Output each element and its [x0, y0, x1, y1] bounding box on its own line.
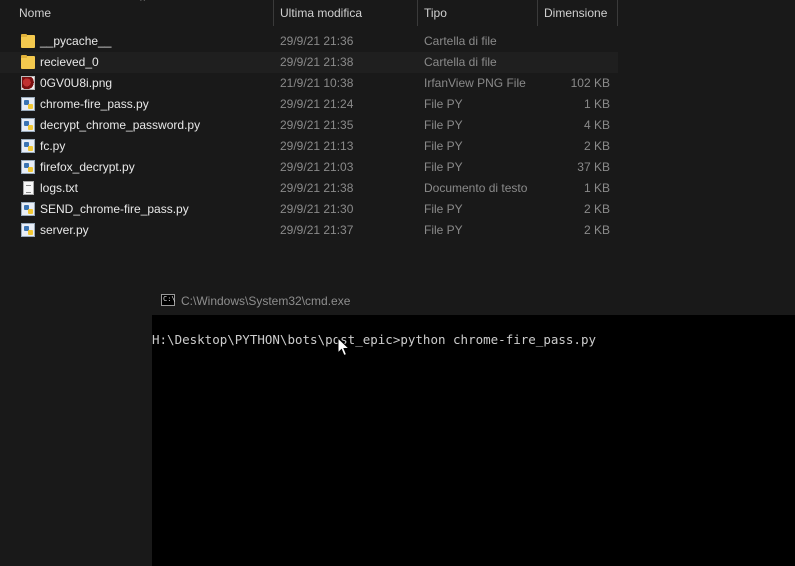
file-type: File PY	[424, 223, 463, 237]
file-name: logs.txt	[40, 181, 79, 195]
file-name: server.py	[40, 223, 89, 237]
cmd-title-bar[interactable]: C:\ C:\Windows\System32\cmd.exe	[152, 288, 795, 315]
file-size: 2 KB	[583, 223, 610, 237]
file-row-firefox-decrypt[interactable]: firefox_decrypt.py 29/9/21 21:03 File PY…	[0, 157, 618, 178]
file-size: 2 KB	[583, 139, 610, 153]
file-row-recieved[interactable]: recieved_0 29/9/21 21:38 Cartella di fil…	[0, 52, 618, 73]
file-name: chrome-fire_pass.py	[40, 97, 149, 111]
cmd-window-title: C:\Windows\System32\cmd.exe	[181, 294, 351, 308]
file-date: 29/9/21 21:38	[280, 55, 354, 69]
column-header-type[interactable]: Tipo	[424, 6, 447, 20]
sort-ascending-icon[interactable]: ⌃	[138, 0, 147, 9]
file-size: 1 KB	[583, 181, 610, 195]
folder-icon	[21, 55, 35, 69]
cmd-prompt-line[interactable]: H:\Desktop\PYTHON\bots\post_epic>python …	[152, 332, 596, 347]
file-date: 29/9/21 21:30	[280, 202, 354, 216]
file-row-png[interactable]: 0GV0U8i.png 21/9/21 10:38 IrfanView PNG …	[0, 73, 618, 94]
file-date: 29/9/21 21:37	[280, 223, 354, 237]
file-name: firefox_decrypt.py	[40, 160, 135, 174]
file-row-decrypt-chrome[interactable]: decrypt_chrome_password.py 29/9/21 21:35…	[0, 115, 618, 136]
file-size: 1 KB	[583, 97, 610, 111]
file-name: fc.py	[40, 139, 66, 153]
file-list: __pycache__ 29/9/21 21:36 Cartella di fi…	[0, 31, 618, 241]
folder-icon	[21, 34, 35, 48]
file-name: 0GV0U8i.png	[40, 76, 113, 90]
file-size: 37 KB	[577, 160, 610, 174]
file-date: 29/9/21 21:24	[280, 97, 354, 111]
cmd-window-icon[interactable]: C:\	[161, 294, 176, 306]
file-name: SEND_chrome-fire_pass.py	[40, 202, 189, 216]
python-file-icon	[21, 202, 35, 216]
file-row-server[interactable]: server.py 29/9/21 21:37 File PY 2 KB	[0, 220, 618, 241]
python-file-icon	[21, 223, 35, 237]
column-headers: ⌃ Nome Ultima modifica Tipo Dimensione	[0, 0, 618, 26]
file-date: 29/9/21 21:35	[280, 118, 354, 132]
file-name: __pycache__	[40, 34, 112, 48]
file-row-chrome-fire-pass[interactable]: chrome-fire_pass.py 29/9/21 21:24 File P…	[0, 94, 618, 115]
column-divider[interactable]	[273, 0, 274, 26]
column-divider[interactable]	[537, 0, 538, 26]
file-size: 2 KB	[583, 202, 610, 216]
column-header-size[interactable]: Dimensione	[544, 6, 607, 20]
file-type: Documento di testo	[424, 181, 528, 195]
file-row-send-chrome[interactable]: SEND_chrome-fire_pass.py 29/9/21 21:30 F…	[0, 199, 618, 220]
file-type: File PY	[424, 139, 463, 153]
file-date: 21/9/21 10:38	[280, 76, 354, 90]
file-size: 102 KB	[570, 76, 610, 90]
python-file-icon	[21, 97, 35, 111]
file-row-fc[interactable]: fc.py 29/9/21 21:13 File PY 2 KB	[0, 136, 618, 157]
mouse-pointer-icon	[337, 337, 351, 357]
file-type: Cartella di file	[424, 55, 497, 69]
file-date: 29/9/21 21:13	[280, 139, 354, 153]
file-size: 4 KB	[583, 118, 610, 132]
file-type: File PY	[424, 118, 463, 132]
python-file-icon	[21, 160, 35, 174]
file-date: 29/9/21 21:38	[280, 181, 354, 195]
file-name: decrypt_chrome_password.py	[40, 118, 201, 132]
file-type: File PY	[424, 97, 463, 111]
column-divider[interactable]	[417, 0, 418, 26]
column-divider[interactable]	[617, 0, 618, 26]
file-row-pycache[interactable]: __pycache__ 29/9/21 21:36 Cartella di fi…	[0, 31, 618, 52]
python-file-icon	[21, 118, 35, 132]
file-date: 29/9/21 21:03	[280, 160, 354, 174]
column-header-modified[interactable]: Ultima modifica	[280, 6, 362, 20]
file-type: File PY	[424, 202, 463, 216]
file-row-logs[interactable]: logs.txt 29/9/21 21:38 Documento di test…	[0, 178, 618, 199]
column-header-name[interactable]: Nome	[19, 6, 51, 20]
text-file-icon	[23, 181, 34, 195]
file-type: IrfanView PNG File	[424, 76, 526, 90]
file-name: recieved_0	[40, 55, 99, 69]
cmd-console[interactable]: H:\Desktop\PYTHON\bots\post_epic>python …	[152, 315, 795, 566]
png-image-icon	[21, 76, 35, 90]
file-date: 29/9/21 21:36	[280, 34, 354, 48]
python-file-icon	[21, 139, 35, 153]
file-type: Cartella di file	[424, 34, 497, 48]
file-type: File PY	[424, 160, 463, 174]
